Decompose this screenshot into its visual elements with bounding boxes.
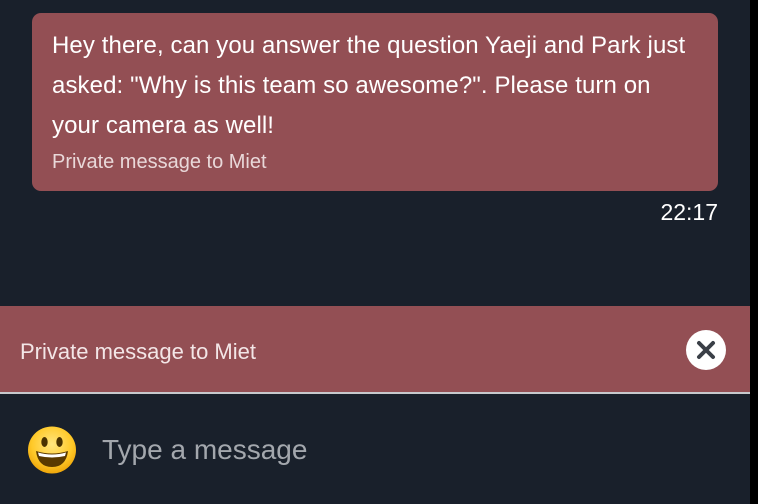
close-icon: [697, 341, 715, 359]
message-text: Hey there, can you answer the question Y…: [52, 32, 686, 139]
message-bubble: Hey there, can you answer the question Y…: [32, 13, 718, 191]
message-input[interactable]: [100, 426, 724, 474]
private-message-bar: Private message to Miet: [0, 306, 750, 394]
message-composer: [0, 396, 750, 504]
smiley-emoji-icon: [28, 426, 76, 474]
close-private-message-button[interactable]: [686, 330, 726, 370]
message-timestamp: 22:17: [660, 199, 718, 225]
private-message-bar-label: Private message to Miet: [20, 339, 256, 364]
message-private-label: Private message to Miet: [52, 151, 267, 173]
chat-panel: Hey there, can you answer the question Y…: [0, 0, 750, 504]
emoji-picker-button[interactable]: [26, 425, 78, 475]
